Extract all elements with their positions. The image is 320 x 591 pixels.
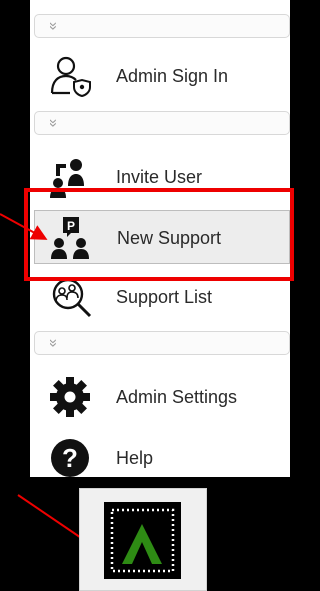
arrow-to-new-support xyxy=(0,213,48,240)
app-tile[interactable] xyxy=(79,488,207,591)
app-launcher-icon xyxy=(104,502,181,579)
